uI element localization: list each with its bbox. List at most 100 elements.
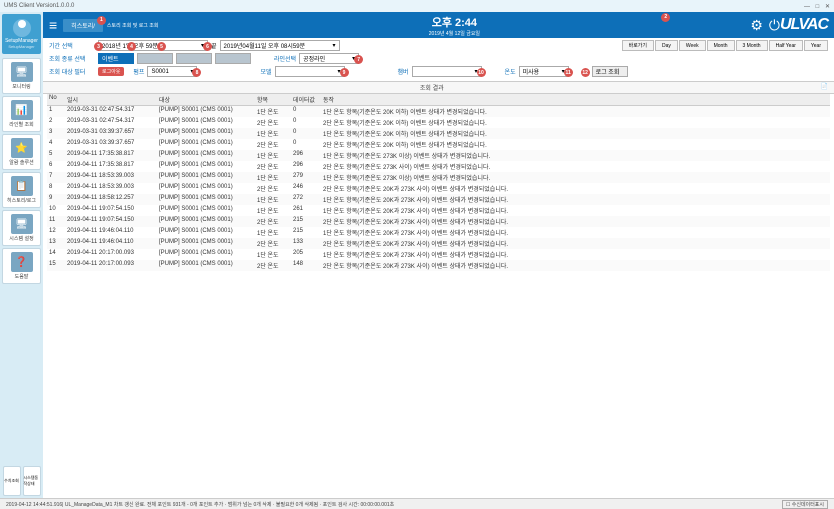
badge-11: 11 [564, 68, 573, 77]
table-row[interactable]: 92019-04-11 18:58:12.257[PUMP] S0001 (CM… [47, 194, 830, 205]
sidebar-item-monitoring[interactable]: 🖥모니터링 [2, 58, 41, 94]
table-row[interactable]: 52019-04-11 17:35:38.817[PUMP] S0001 (CM… [47, 150, 830, 161]
btm-label: 시스템동작상태 [24, 475, 40, 487]
search-button[interactable]: 12 로그 조회 [592, 66, 628, 77]
minimize-icon[interactable]: — [804, 4, 810, 10]
setup-manager-tile[interactable]: SetupManager SetupManager [2, 14, 41, 54]
dateline: 2019년 4월 12일 금요일 [158, 30, 750, 37]
brand-logo: ULVAC [780, 16, 828, 34]
status-message: 2019-04-12 14:44:51.916| UL_ManageData_M… [6, 501, 394, 508]
filters-panel: 기간 선택 3 2018년 1일 오후 59분 4 5 6 ▾ 끝 2019년0… [43, 38, 834, 82]
quick-year[interactable]: Year [804, 40, 828, 51]
col-dataval: 데이터값 [291, 94, 321, 105]
table-row[interactable]: 32019-03-31 03:39:37.657[PUMP] S0001 (CM… [47, 128, 830, 139]
col-target: 대상 [157, 94, 255, 105]
table-row[interactable]: 122019-04-11 19:46:04.110[PUMP] S0001 (C… [47, 227, 830, 238]
export-icon[interactable]: 📄 [821, 83, 828, 90]
alarm-icon: ⭐ [11, 138, 33, 158]
badge-1: 1 [97, 16, 106, 25]
result-header: 조회 결과 📄 [43, 82, 834, 94]
quick-week[interactable]: Week [679, 40, 706, 51]
window-controls: — □ ✕ [800, 3, 830, 10]
dropdown-icon[interactable]: ▾ [333, 42, 336, 49]
table-row[interactable]: 12019-03-31 02:47:54.317[PUMP] S0001 (CM… [47, 106, 830, 117]
date-from-input[interactable]: 3 2018년 1일 오후 59분 4 5 6 ▾ [98, 40, 208, 51]
table-row[interactable]: 22019-03-31 02:47:54.317[PUMP] S0001 (CM… [47, 117, 830, 128]
badge-6: 6 [203, 42, 212, 51]
chamber-select[interactable]: 10 ▾ [412, 66, 482, 77]
sidebar-item-alarm[interactable]: ⭐알람 솔루션 [2, 134, 41, 170]
badge-4: 4 [127, 42, 136, 51]
history-icon: 📋 [11, 176, 33, 196]
table-row[interactable]: 152019-04-11 20:17:00.093[PUMP] S0001 (C… [47, 260, 830, 271]
close-icon[interactable]: ✕ [825, 4, 830, 10]
line-select[interactable]: 공정라인 7 ▾ [299, 53, 359, 64]
help-icon: ❓ [11, 252, 33, 272]
sidebar-bottom-numeric[interactable]: 수치조회 [3, 466, 21, 496]
hamburger-icon[interactable]: ≡ [49, 17, 57, 33]
temp-select[interactable]: 미사용 11 ▾ [519, 66, 569, 77]
line-label: 라인선택 [274, 54, 296, 63]
tab-3[interactable] [176, 53, 212, 64]
target-label: 조회 대상 필터 [49, 67, 95, 76]
model-select[interactable]: 9 ▾ [275, 66, 345, 77]
table-row[interactable]: 142019-04-11 20:17:00.093[PUMP] S0001 (C… [47, 249, 830, 260]
col-datetime: 일시 [65, 94, 157, 105]
search-label: 로그 조회 [596, 67, 620, 76]
date-to-input[interactable]: 2019년04월11일 오후 08시59분 ▾ [220, 40, 340, 51]
col-item: 항목 [255, 94, 291, 105]
maximize-icon[interactable]: □ [816, 4, 820, 10]
table-row[interactable]: 132019-04-11 19:46:04.110[PUMP] S0001 (C… [47, 238, 830, 249]
line-icon: 📊 [11, 100, 33, 120]
sidebar-label: 도움말 [15, 273, 29, 280]
badge-9: 9 [340, 68, 349, 77]
quick-day[interactable]: Day [655, 40, 678, 51]
titlebar: UMS Client Version1.0.0.0 — □ ✕ [0, 0, 834, 12]
badge-12: 12 [581, 68, 590, 77]
quick-label: 바로가기 [622, 40, 654, 51]
sidebar-label: 모니터링 [12, 83, 30, 90]
table-row[interactable]: 42019-03-31 03:39:37.657[PUMP] S0001 (CM… [47, 139, 830, 150]
pump-select[interactable]: S0001 8 ▾ [147, 66, 197, 77]
tab-4[interactable] [215, 53, 251, 64]
sidebar-item-help[interactable]: ❓도움말 [2, 248, 41, 284]
badge-10: 10 [477, 68, 486, 77]
table-row[interactable]: 62019-04-11 17:35:38.817[PUMP] S0001 (CM… [47, 161, 830, 172]
badge-8: 8 [192, 68, 201, 77]
tab-event[interactable]: 이벤트 [98, 53, 134, 64]
table-row[interactable]: 112019-04-11 19:07:54.150[PUMP] S0001 (C… [47, 216, 830, 227]
table-row[interactable]: 82019-04-11 18:53:39.003[PUMP] S0001 (CM… [47, 183, 830, 194]
topbar: ≡ 히스토리/ 1 스토리 조회 및 로그 조회 오후 2:44 2019년 4… [43, 12, 834, 38]
sidebar-item-line[interactable]: 📊라인별 조회 [2, 96, 41, 132]
history-tab[interactable]: 히스토리/ 1 [63, 19, 103, 32]
table-row[interactable]: 102019-04-11 19:07:54.150[PUMP] S0001 (C… [47, 205, 830, 216]
sidebar-bottom-status[interactable]: 시스템동작상태 [23, 466, 41, 496]
badge-3: 3 [94, 42, 103, 51]
pump-value: S0001 [151, 69, 168, 75]
temp-value: 미사용 [523, 67, 540, 76]
avatar-icon [13, 19, 31, 37]
col-action: 동작 [321, 94, 830, 105]
rx-indicator[interactable]: ☐ 수신데이터표시 [782, 500, 828, 509]
tab-2[interactable] [137, 53, 173, 64]
chamber-label: 챔버 [398, 67, 409, 76]
btm-label: 수치조회 [4, 478, 19, 484]
sidebar-item-settings[interactable]: 🖥시스템 설정 [2, 210, 41, 246]
sidebar-label: 라인별 조회 [9, 121, 33, 128]
col-no: No [47, 94, 65, 105]
logout-button[interactable]: 로그아웃 [98, 67, 124, 76]
power-icon[interactable]: ⏻ [769, 17, 780, 34]
tab-sub: 스토리 조회 및 로그 조회 [107, 22, 159, 29]
tab-label: 히스토리/ [71, 24, 95, 30]
period-label: 기간 선택 [49, 41, 95, 50]
type-label: 조회 종류 선택 [49, 54, 95, 63]
quick-3month[interactable]: 3 Month [736, 40, 768, 51]
settings-gear-icon[interactable]: ⚙ [750, 17, 763, 34]
sidebar-item-history[interactable]: 📋히스토리/로그 [2, 172, 41, 208]
table-row[interactable]: 72019-04-11 18:53:39.003[PUMP] S0001 (CM… [47, 172, 830, 183]
badge-5: 5 [157, 42, 166, 51]
sidebar-label: 시스템 설정 [9, 235, 33, 242]
quick-month[interactable]: Month [707, 40, 735, 51]
quick-halfyear[interactable]: Half Year [769, 40, 803, 51]
badge-2: 2 [661, 13, 670, 22]
